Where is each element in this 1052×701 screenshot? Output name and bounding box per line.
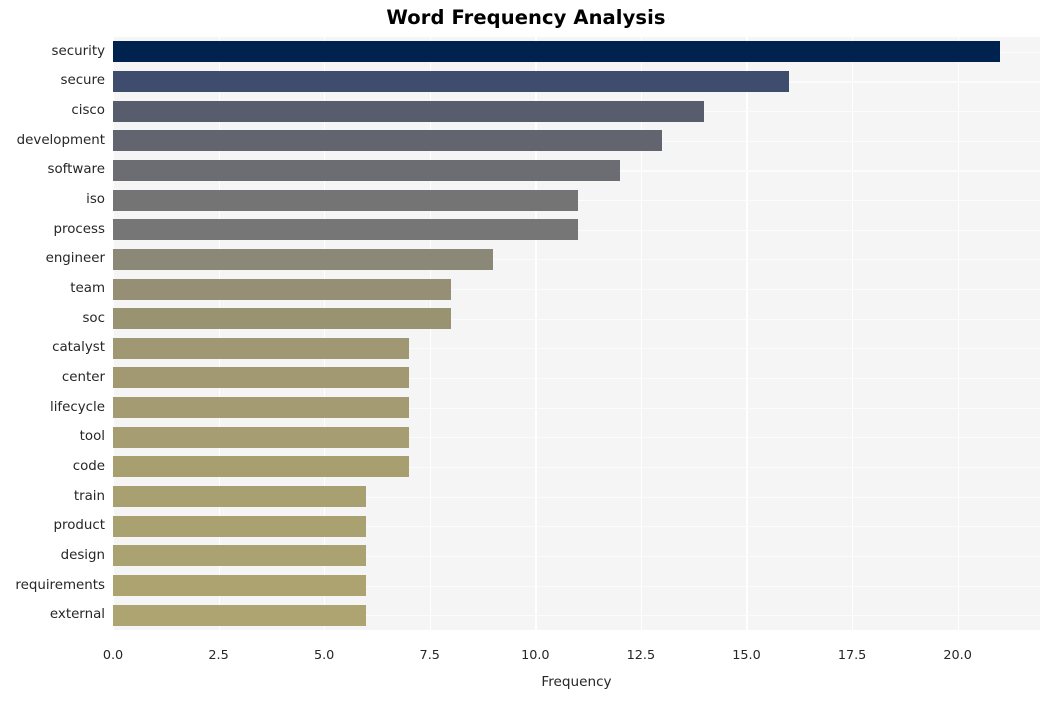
bar [113, 159, 620, 181]
x-axis-title: Frequency [541, 674, 612, 690]
bar [113, 219, 578, 241]
y-tick-label: external [49, 607, 105, 623]
x-tick-label: 0.0 [102, 648, 124, 663]
y-tick-label: soc [82, 310, 105, 326]
y-tick-label: code [72, 458, 105, 474]
x-tick-label: 20.0 [943, 648, 972, 663]
x-tick-label: 7.5 [419, 648, 440, 663]
bar [113, 486, 367, 508]
x-tick-label: 2.5 [208, 648, 229, 663]
bar [113, 575, 367, 597]
bar [113, 308, 451, 330]
x-axis-tick-labels: 0.0 2.5 5.0 7.5 10.0 12.5 15.0 17.5 20.0 [0, 648, 1052, 668]
y-tick-label: secure [60, 73, 105, 89]
bar-series [113, 37, 1040, 630]
bar [113, 604, 367, 626]
y-tick-label: iso [86, 192, 105, 208]
y-tick-label: center [61, 369, 105, 385]
bar [113, 130, 663, 152]
y-tick-label: lifecycle [49, 399, 105, 415]
y-tick-label: requirements [15, 577, 105, 593]
x-tick-label: 12.5 [626, 648, 656, 663]
bar [113, 70, 789, 92]
y-tick-label: team [70, 281, 105, 297]
x-tick-label: 10.0 [521, 648, 550, 663]
y-tick-label: product [53, 518, 105, 534]
bar [113, 337, 409, 359]
bar [113, 397, 409, 419]
bar [113, 515, 367, 537]
y-axis-tick-labels: security secure cisco development software is… [0, 37, 105, 630]
y-tick-label: process [53, 221, 105, 237]
bar [113, 248, 494, 270]
bar [113, 41, 1000, 63]
chart-figure: Word Frequency Analysis security secure ci… [0, 0, 1052, 701]
bar [113, 100, 705, 122]
bar [113, 189, 578, 211]
y-tick-label: catalyst [52, 340, 105, 356]
bar [113, 545, 367, 567]
bar [113, 456, 409, 478]
y-tick-label: development [16, 132, 105, 148]
x-tick-label: 15.0 [732, 648, 761, 663]
bar [113, 426, 409, 448]
y-tick-label: tool [79, 429, 105, 445]
y-tick-label: cisco [71, 103, 105, 119]
y-tick-label: design [60, 547, 105, 563]
bar [113, 367, 409, 389]
y-tick-label: software [47, 162, 105, 178]
bar [113, 278, 451, 300]
plot-area [113, 37, 1040, 630]
y-tick-label: security [51, 43, 105, 59]
y-tick-label: engineer [45, 251, 105, 267]
chart-title: Word Frequency Analysis [386, 6, 666, 29]
x-tick-label: 17.5 [837, 648, 867, 663]
y-tick-label: train [73, 488, 105, 504]
x-tick-label: 5.0 [313, 648, 335, 663]
